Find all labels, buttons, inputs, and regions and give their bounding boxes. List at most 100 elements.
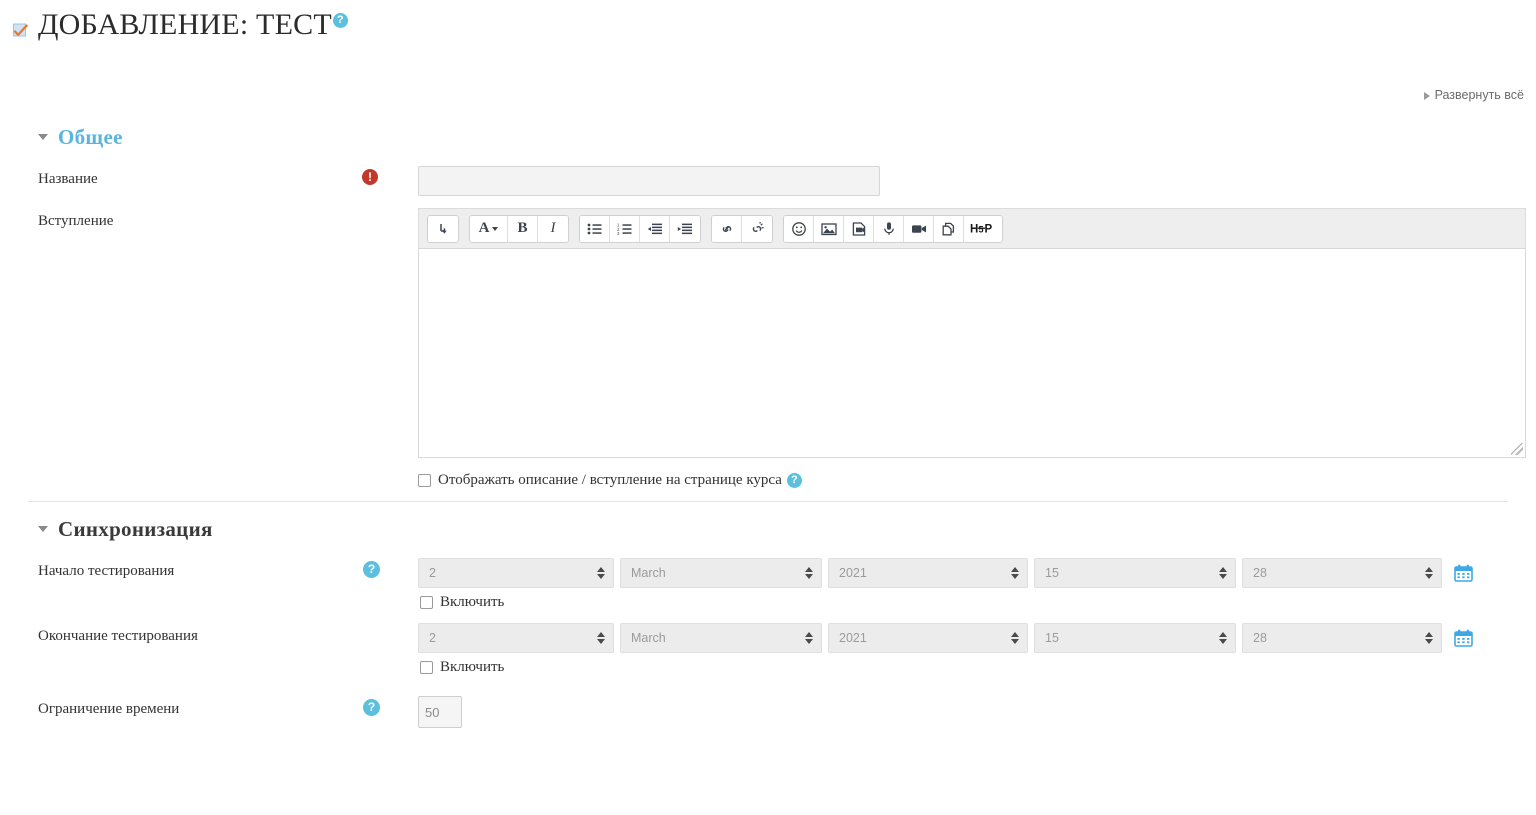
show-description-help-icon[interactable]: ?	[786, 473, 802, 488]
indent-icon[interactable]	[670, 215, 700, 242]
toolbar-group-format: A B I	[469, 214, 569, 243]
label-quiz-open: Начало тестирования	[38, 563, 175, 579]
time-limit-help-icon[interactable]: ?	[363, 699, 380, 716]
label-quiz-close: Окончание тестирования	[38, 628, 198, 644]
manage-files-icon[interactable]	[934, 215, 964, 242]
audio-record-icon[interactable]	[874, 215, 904, 242]
time-limit-input[interactable]	[418, 696, 462, 728]
quiz-close-minute-value: 28	[1253, 631, 1267, 645]
quiz-open-month-select[interactable]: March	[620, 558, 822, 588]
show-description-label: Отображать описание / вступление на стра…	[438, 472, 782, 488]
svg-text:H: H	[970, 224, 978, 236]
numbered-list-icon[interactable]: 123	[610, 215, 640, 242]
field-cell-name	[418, 166, 1536, 196]
stepper-arrows-icon	[1011, 632, 1019, 644]
marker-intro	[340, 208, 418, 210]
quiz-close-minute-select[interactable]: 28	[1242, 623, 1442, 653]
video-record-icon[interactable]	[904, 215, 934, 242]
quiz-open-hour-select[interactable]: 15	[1034, 558, 1236, 588]
bullet-list-icon[interactable]	[580, 215, 610, 242]
link-icon[interactable]	[712, 215, 742, 242]
expand-editor-icon[interactable]	[428, 215, 458, 242]
stepper-arrows-icon	[1425, 632, 1433, 644]
chevron-down-icon[interactable]	[38, 134, 48, 140]
quiz-close-day-select[interactable]: 2	[418, 623, 614, 653]
media-icon[interactable]	[844, 215, 874, 242]
quiz-close-year-value: 2021	[839, 631, 867, 645]
h5p-icon[interactable]: H5P	[964, 215, 1002, 242]
quiz-close-enable-row[interactable]: Включить	[420, 659, 1524, 676]
quiz-open-day-select[interactable]: 2	[418, 558, 614, 588]
unlink-icon[interactable]	[742, 215, 772, 242]
italic-icon[interactable]: I	[538, 215, 568, 242]
marker-quiz-close	[340, 623, 418, 625]
marker-time-limit: ?	[340, 696, 418, 716]
section-header-timing[interactable]: Синхронизация	[0, 512, 1536, 546]
stepper-arrows-icon	[597, 632, 605, 644]
calendar-icon[interactable]	[1454, 564, 1473, 582]
stepper-arrows-icon	[1219, 567, 1227, 579]
calendar-icon[interactable]	[1454, 629, 1473, 647]
outdent-icon[interactable]	[640, 215, 670, 242]
paragraph-style-icon[interactable]: A	[470, 215, 508, 242]
toolbar-group-lists: 123	[579, 214, 701, 243]
section-title-general: Общее	[58, 124, 123, 149]
bold-icon[interactable]: B	[508, 215, 538, 242]
expand-all-label: Развернуть всё	[1434, 88, 1524, 102]
quiz-close-hour-select[interactable]: 15	[1034, 623, 1236, 653]
editor-resize-handle[interactable]	[1511, 443, 1523, 455]
quiz-open-day-value: 2	[429, 566, 436, 580]
chevron-down-icon[interactable]	[38, 526, 48, 532]
quiz-open-help-icon[interactable]: ?	[363, 561, 380, 578]
expand-all-link[interactable]: Развернуть всё	[1423, 88, 1524, 102]
required-icon: !	[362, 169, 378, 185]
quiz-open-month-value: March	[631, 566, 666, 580]
quiz-open-enable-checkbox[interactable]	[420, 596, 433, 609]
editor-toolbar: A B I 123 H 5 P	[418, 208, 1526, 248]
quiz-close-enable-label: Включить	[440, 659, 505, 675]
quiz-open-year-value: 2021	[839, 566, 867, 580]
name-input[interactable]	[418, 166, 880, 196]
quiz-open-enable-wrap: Включить	[418, 594, 1524, 611]
label-name: Название	[38, 171, 98, 187]
field-cell-time-limit	[418, 696, 1536, 728]
section-title-timing: Синхронизация	[58, 516, 213, 541]
emoji-icon[interactable]	[784, 215, 814, 242]
quiz-close-hour-value: 15	[1045, 631, 1059, 645]
svg-text:3: 3	[617, 231, 620, 236]
quiz-icon	[12, 22, 30, 40]
quiz-close-enable-checkbox[interactable]	[420, 661, 433, 674]
quiz-close-year-select[interactable]: 2021	[828, 623, 1028, 653]
field-row-time-limit: Ограничение времени ?	[0, 690, 1536, 734]
intro-editor-area[interactable]	[418, 248, 1526, 458]
section-header-general[interactable]: Общее	[0, 120, 1536, 154]
stepper-arrows-icon	[1425, 567, 1433, 579]
label-intro: Вступление	[38, 213, 114, 229]
quiz-open-enable-label: Включить	[440, 594, 505, 610]
toolbar-group-expand	[427, 214, 459, 243]
field-row-intro: Вступление A B I 1 2 3 H 5 P Отображать …	[0, 202, 1536, 495]
quiz-open-minute-select[interactable]: 28	[1242, 558, 1442, 588]
field-cell-quiz-open: 2 March 2021 15 28 Включить	[418, 558, 1536, 611]
field-row-quiz-open: Начало тестирования ? 2 March 2021 15 28	[0, 552, 1536, 617]
quiz-open-year-select[interactable]: 2021	[828, 558, 1028, 588]
quiz-close-month-select[interactable]: March	[620, 623, 822, 653]
svg-text:5: 5	[979, 225, 984, 235]
stepper-arrows-icon	[805, 632, 813, 644]
page-title-help-icon[interactable]: ?	[332, 13, 348, 28]
show-description-checkbox[interactable]	[418, 474, 431, 487]
svg-text:P: P	[985, 224, 993, 236]
image-icon[interactable]	[814, 215, 844, 242]
expand-all-row: Развернуть всё	[0, 80, 1536, 110]
quiz-open-enable-row[interactable]: Включить	[420, 594, 1524, 611]
chevron-right-icon	[1423, 91, 1430, 100]
section-divider	[28, 501, 1508, 502]
quiz-close-month-value: March	[631, 631, 666, 645]
toolbar-group-links	[711, 214, 773, 243]
required-marker-name: !	[340, 166, 418, 186]
field-cell-intro: A B I 123 H 5 P Отображать описание / вс…	[418, 208, 1536, 489]
quiz-close-date-selectors: 2 March 2021 15 28	[418, 623, 1524, 653]
toolbar-group-media: H5P	[783, 214, 1003, 243]
show-description-row[interactable]: Отображать описание / вступление на стра…	[418, 472, 1526, 489]
quiz-close-enable-wrap: Включить	[418, 659, 1524, 676]
